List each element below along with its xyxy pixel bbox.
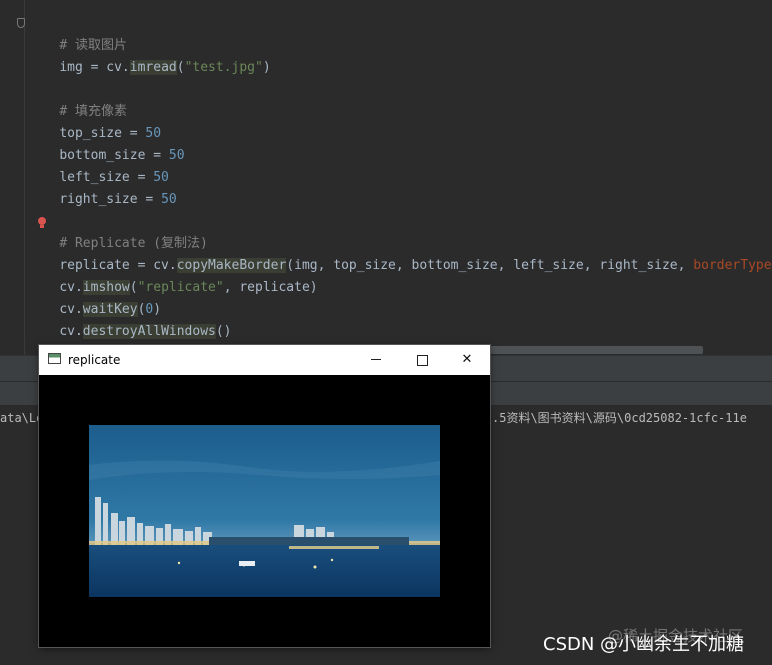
code-line-4[interactable]: # 填充像素 [28,79,127,119]
maximize-button[interactable] [399,345,445,375]
function-name: imread [129,60,177,75]
window-titlebar[interactable]: replicate ✕ [39,345,490,375]
close-button[interactable]: ✕ [444,345,490,375]
lightbulb-icon[interactable] [38,217,46,228]
close-icon: ✕ [461,352,473,367]
paren: ) [262,60,271,75]
code-line-14[interactable]: cv.destroyAllWindows() [28,299,232,339]
arguments: , replicate) [223,280,318,295]
imshow-window[interactable]: replicate ✕ [39,345,490,647]
city-skyline-image [89,425,440,597]
gutter-divider [24,0,25,355]
paren: () [215,324,232,339]
code-line-8[interactable]: right_size = 50 [28,167,176,207]
arguments: (img, top_size, bottom_size, left_size, … [286,258,694,273]
paren: ( [176,60,185,75]
assignment: right_size = [59,192,162,207]
code-line-1[interactable]: # 读取图片 [28,13,127,53]
code-editor[interactable]: # 读取图片 img = cv.imread("test.jpg") # 填充像… [0,0,772,355]
keyword-argument: borderType [693,258,772,273]
operator: = cv. [82,60,130,75]
code-line-10[interactable]: # Replicate (复制法) [28,211,208,251]
code-line-7[interactable]: left_size = 50 [28,145,169,185]
module-prefix: cv. [59,324,83,339]
displayed-image [89,425,440,597]
console-path-right: .5资料\图书资料\源码\0cd25082-1cfc-11e [492,411,747,425]
minimize-icon [371,359,381,360]
code-line-11[interactable]: replicate = cv.copyMakeBorder(img, top_s… [28,233,772,273]
code-line-2[interactable]: img = cv.imread("test.jpg") [28,35,271,75]
string-literal: "test.jpg" [184,60,263,75]
window-app-icon [48,353,61,364]
code-line-12[interactable]: cv.imshow("replicate", replicate) [28,255,318,295]
window-title: replicate [68,353,121,367]
code-line-13[interactable]: cv.waitKey(0) [28,277,161,317]
fold-icon[interactable] [17,18,25,28]
minimize-button[interactable] [353,345,399,375]
function-name: destroyAllWindows [82,324,216,339]
maximize-icon [417,355,428,366]
variable: img [59,60,83,75]
number-literal: 50 [161,192,177,207]
number-literal: 50 [168,148,185,163]
code-line-6[interactable]: bottom_size = 50 [28,123,184,163]
csdn-watermark: CSDN @小幽余生不加糖 [543,634,745,655]
code-line-5[interactable]: top_size = 50 [28,101,161,141]
console-path-left: ata\Lo [0,411,44,425]
